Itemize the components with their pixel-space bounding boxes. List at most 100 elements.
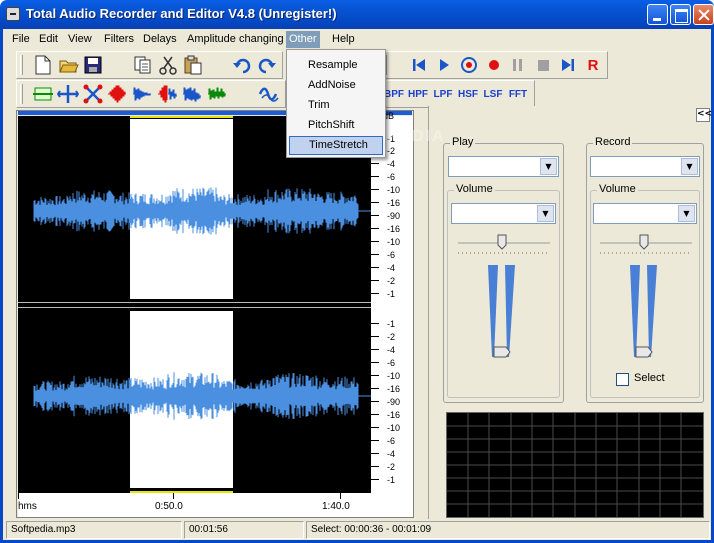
chevron-down-icon[interactable]: ▼: [678, 205, 695, 222]
paste-icon[interactable]: [181, 53, 205, 77]
record-group-title: Record: [593, 136, 633, 148]
db-label: -4: [387, 159, 396, 169]
db-tick: [371, 362, 379, 363]
menu-amplitude-changing[interactable]: Amplitude changing: [184, 31, 287, 48]
skip-end-icon[interactable]: [556, 53, 580, 77]
skip-start-icon[interactable]: [407, 53, 431, 77]
db-label: -10: [387, 371, 401, 381]
hpf-button[interactable]: HPF: [407, 85, 429, 105]
fft-button[interactable]: FFT: [507, 85, 529, 105]
toolbar-grip[interactable]: [20, 84, 23, 104]
menu-view[interactable]: View: [65, 31, 95, 48]
amplify-icon[interactable]: [181, 82, 205, 106]
waveform-canvas[interactable]: [18, 116, 371, 493]
toolbar-grip[interactable]: [20, 55, 23, 75]
hsf-button[interactable]: HSF: [457, 85, 479, 105]
select-all-icon[interactable]: [31, 82, 55, 106]
db-label: -16: [387, 224, 401, 234]
menu-item-resample[interactable]: Resample: [289, 56, 383, 75]
cut-icon[interactable]: [156, 53, 180, 77]
save-icon[interactable]: [81, 53, 105, 77]
record-device-select[interactable]: ▼: [590, 156, 700, 177]
fade-in-icon[interactable]: [106, 82, 130, 106]
menu-other[interactable]: Other: [286, 31, 320, 48]
close-button[interactable]: [693, 4, 714, 25]
db-label: -6: [387, 250, 396, 260]
db-label: -2: [387, 332, 396, 342]
menu-item-trim[interactable]: Trim: [289, 96, 383, 115]
db-label: -2: [387, 276, 396, 286]
menu-filters[interactable]: Filters: [101, 31, 137, 48]
db-label: -1: [387, 319, 396, 329]
bpf-button[interactable]: BPF: [383, 85, 405, 105]
play-icon[interactable]: [432, 53, 456, 77]
menu-delays[interactable]: Delays: [140, 31, 180, 48]
maximize-button[interactable]: [670, 4, 691, 25]
chevron-down-icon[interactable]: ▼: [537, 205, 554, 222]
db-tick: [371, 241, 379, 242]
register-icon[interactable]: R: [581, 53, 605, 77]
db-label: -2: [387, 462, 396, 472]
menu-item-timestretch[interactable]: TimeStretch: [289, 136, 383, 155]
lpf-button[interactable]: LPF: [432, 85, 454, 105]
menu-file[interactable]: File: [9, 31, 33, 48]
play-device-select[interactable]: ▼: [448, 156, 559, 177]
db-label: -4: [387, 345, 396, 355]
time-tick: [173, 493, 174, 499]
filter-toolbar: BPF HPF LPF HSF LSF FFT: [360, 80, 535, 108]
new-icon[interactable]: [31, 53, 55, 77]
record-volume-select[interactable]: ▼: [593, 203, 697, 224]
undo-icon[interactable]: [230, 53, 254, 77]
db-label: -16: [387, 384, 401, 394]
record-icon[interactable]: [482, 53, 506, 77]
reverse-icon[interactable]: [206, 82, 230, 106]
menu-help[interactable]: Help: [329, 31, 358, 48]
menu-item-addnoise[interactable]: AddNoise: [289, 76, 383, 95]
play-group-title: Play: [450, 136, 476, 148]
echo-icon[interactable]: [257, 82, 281, 106]
record-volume-group: Volume ▼ Select: [590, 183, 700, 398]
time-tick: [340, 493, 341, 499]
window-title: Total Audio Recorder and Editor V4.8 (Un…: [26, 6, 337, 21]
minimize-button[interactable]: [647, 4, 668, 25]
db-tick: [371, 189, 379, 190]
redo-icon[interactable]: [255, 53, 279, 77]
status-file: Softpedia.mp3: [6, 521, 182, 539]
db-label: -6: [387, 436, 396, 446]
fade-out-icon[interactable]: [131, 82, 155, 106]
pause-icon[interactable]: [506, 53, 530, 77]
menu-edit[interactable]: Edit: [36, 31, 61, 48]
chevron-down-icon[interactable]: ▼: [681, 158, 698, 175]
record-volume-slider[interactable]: [600, 231, 692, 361]
db-label: -16: [387, 410, 401, 420]
main-toolbar: [16, 51, 283, 79]
time-label: 0:50.0: [155, 501, 183, 512]
lsf-button[interactable]: LSF: [482, 85, 504, 105]
db-label: -10: [387, 185, 401, 195]
db-tick: [371, 388, 379, 389]
open-icon[interactable]: [57, 53, 81, 77]
play-volume-select[interactable]: ▼: [451, 203, 556, 224]
select-checkbox[interactable]: [616, 373, 629, 386]
db-tick: [371, 336, 379, 337]
split-icon[interactable]: [56, 82, 80, 106]
db-tick: [371, 323, 379, 324]
time-unit-label: hms: [18, 501, 37, 512]
db-tick: [371, 254, 379, 255]
copy-icon[interactable]: [131, 53, 155, 77]
stop-icon[interactable]: [531, 53, 555, 77]
chevron-down-icon[interactable]: ▼: [540, 158, 557, 175]
app-menu-icon[interactable]: [6, 7, 20, 21]
db-tick: [371, 375, 379, 376]
crop-icon[interactable]: [81, 82, 105, 106]
loop-play-icon[interactable]: [457, 53, 481, 77]
normalize-icon[interactable]: [156, 82, 180, 106]
play-volume-slider[interactable]: [458, 231, 550, 361]
waveform-graphic: [33, 187, 371, 420]
db-label: -4: [387, 263, 396, 273]
db-tick: [371, 466, 379, 467]
meter-grid: [447, 413, 703, 517]
db-scale: dB -1 -2 -4 -6 -10 -16 -90 -16 -10 -6 -4 -2 -1 -1 -2 -4…: [371, 111, 413, 493]
menu-item-pitchshift[interactable]: PitchShift: [289, 116, 383, 135]
collapse-panel-button[interactable]: <<: [696, 108, 712, 122]
